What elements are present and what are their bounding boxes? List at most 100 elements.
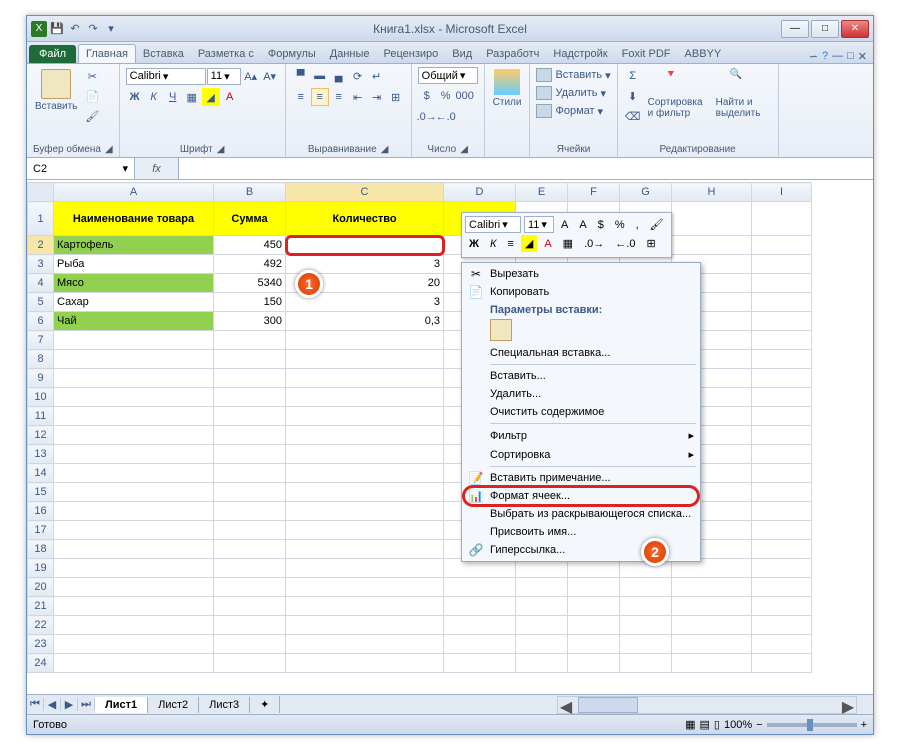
row-header-18[interactable]: 18: [28, 540, 54, 559]
row-header-9[interactable]: 9: [28, 369, 54, 388]
minimize-button[interactable]: —: [781, 20, 809, 38]
format-cells-button[interactable]: Формат ▾: [536, 103, 603, 119]
dialog-launcher-icon[interactable]: ◢: [381, 144, 389, 155]
col-header-A[interactable]: A: [54, 183, 214, 202]
cell-C7[interactable]: [286, 331, 444, 350]
cell-I19[interactable]: [752, 559, 812, 578]
cell-A5[interactable]: Сахар: [54, 293, 214, 312]
cell-C22[interactable]: [286, 616, 444, 635]
cell-E24[interactable]: [516, 654, 568, 673]
ctx-clear[interactable]: Очистить содержимое: [464, 403, 698, 421]
cell-I12[interactable]: [752, 426, 812, 445]
cell-G24[interactable]: [620, 654, 672, 673]
mini-grow-font-icon[interactable]: A: [557, 217, 572, 233]
sheet-nav[interactable]: ⏮◀▶⏭: [27, 698, 95, 711]
row-header-12[interactable]: 12: [28, 426, 54, 445]
row-header-19[interactable]: 19: [28, 559, 54, 578]
styles-button[interactable]: Стили: [491, 67, 524, 110]
tab-insert[interactable]: Вставка: [136, 45, 191, 63]
underline-icon[interactable]: Ч: [164, 88, 182, 106]
cell-I20[interactable]: [752, 578, 812, 597]
zoom-in-button[interactable]: +: [861, 719, 867, 731]
cell-C23[interactable]: [286, 635, 444, 654]
border-icon[interactable]: ▦: [183, 88, 201, 106]
cell-D23[interactable]: [444, 635, 516, 654]
cell-I11[interactable]: [752, 407, 812, 426]
currency-icon[interactable]: $: [418, 87, 436, 105]
cell-B22[interactable]: [214, 616, 286, 635]
ctx-paste-special[interactable]: Специальная вставка...: [464, 344, 698, 362]
dialog-launcher-icon[interactable]: ◢: [217, 144, 225, 155]
cell-A3[interactable]: Рыба: [54, 255, 214, 274]
row-header-21[interactable]: 21: [28, 597, 54, 616]
view-layout-icon[interactable]: ▤: [700, 718, 710, 731]
ctx-dropdown[interactable]: Выбрать из раскрывающегося списка...: [464, 505, 698, 523]
tab-file[interactable]: Файл: [29, 45, 76, 63]
mini-currency-icon[interactable]: $: [594, 217, 608, 233]
cell-F20[interactable]: [568, 578, 620, 597]
cell-I22[interactable]: [752, 616, 812, 635]
mini-italic-icon[interactable]: К: [486, 236, 500, 252]
cell-C13[interactable]: [286, 445, 444, 464]
row-header-20[interactable]: 20: [28, 578, 54, 597]
wb-restore-icon[interactable]: □: [847, 50, 854, 63]
cell-F23[interactable]: [568, 635, 620, 654]
delete-cells-button[interactable]: Удалить ▾: [536, 85, 606, 101]
find-select-button[interactable]: 🔍 Найти и выделить: [714, 67, 772, 121]
cell-I18[interactable]: [752, 540, 812, 559]
cell-A19[interactable]: [54, 559, 214, 578]
mini-fill-icon[interactable]: ◢: [521, 235, 537, 252]
mini-percent-icon[interactable]: %: [611, 217, 629, 233]
sheet-tab-2[interactable]: Лист2: [148, 697, 199, 713]
cell-A9[interactable]: [54, 369, 214, 388]
ctx-comment[interactable]: 📝Вставить примечание...: [464, 469, 698, 487]
mini-align-icon[interactable]: ≡: [503, 236, 517, 252]
cell-A23[interactable]: [54, 635, 214, 654]
cell-C24[interactable]: [286, 654, 444, 673]
tab-home[interactable]: Главная: [78, 44, 136, 63]
grow-font-icon[interactable]: A▴: [242, 67, 260, 85]
cell-F21[interactable]: [568, 597, 620, 616]
paste-button[interactable]: Вставить: [33, 67, 79, 114]
cell-H1[interactable]: [672, 202, 752, 236]
ctx-format-cells[interactable]: 📊Формат ячеек...: [464, 487, 698, 505]
cell-D24[interactable]: [444, 654, 516, 673]
cell-B12[interactable]: [214, 426, 286, 445]
cell-G21[interactable]: [620, 597, 672, 616]
percent-icon[interactable]: %: [437, 87, 455, 105]
col-header-H[interactable]: H: [672, 183, 752, 202]
insert-cells-button[interactable]: Вставить ▾: [536, 67, 610, 83]
cell-F24[interactable]: [568, 654, 620, 673]
tab-formulas[interactable]: Формулы: [261, 45, 323, 63]
italic-icon[interactable]: К: [145, 88, 163, 106]
decrease-decimal-icon[interactable]: ←.0: [437, 108, 455, 126]
bold-icon[interactable]: Ж: [126, 88, 144, 106]
ctx-insert[interactable]: Вставить...: [464, 367, 698, 385]
cell-I3[interactable]: [752, 255, 812, 274]
cell-G22[interactable]: [620, 616, 672, 635]
mini-dec-decimal-icon[interactable]: ←.0: [611, 236, 639, 252]
cell-C11[interactable]: [286, 407, 444, 426]
view-pagebreak-icon[interactable]: ▯: [714, 718, 720, 731]
tab-abbyy[interactable]: ABBYY: [678, 45, 729, 63]
cell-I24[interactable]: [752, 654, 812, 673]
cell-C9[interactable]: [286, 369, 444, 388]
cell-C18[interactable]: [286, 540, 444, 559]
col-header-D[interactable]: D: [444, 183, 516, 202]
cell-A14[interactable]: [54, 464, 214, 483]
mini-font-select[interactable]: Calibri▾: [465, 216, 521, 233]
autosum-icon[interactable]: Σ: [624, 67, 642, 85]
decrease-indent-icon[interactable]: ⇤: [349, 88, 367, 106]
cell-A13[interactable]: [54, 445, 214, 464]
dialog-launcher-icon[interactable]: ◢: [460, 144, 468, 155]
row-header-3[interactable]: 3: [28, 255, 54, 274]
ctx-cut[interactable]: ✂Вырезать: [464, 265, 698, 283]
ctx-copy[interactable]: 📄Копировать: [464, 283, 698, 301]
select-all-corner[interactable]: [28, 183, 54, 202]
clear-icon[interactable]: ⌫: [624, 107, 642, 125]
row-header-15[interactable]: 15: [28, 483, 54, 502]
cell-H23[interactable]: [672, 635, 752, 654]
number-format-select[interactable]: Общий▾: [418, 67, 478, 84]
cell-C2[interactable]: [286, 236, 444, 255]
cell-I16[interactable]: [752, 502, 812, 521]
